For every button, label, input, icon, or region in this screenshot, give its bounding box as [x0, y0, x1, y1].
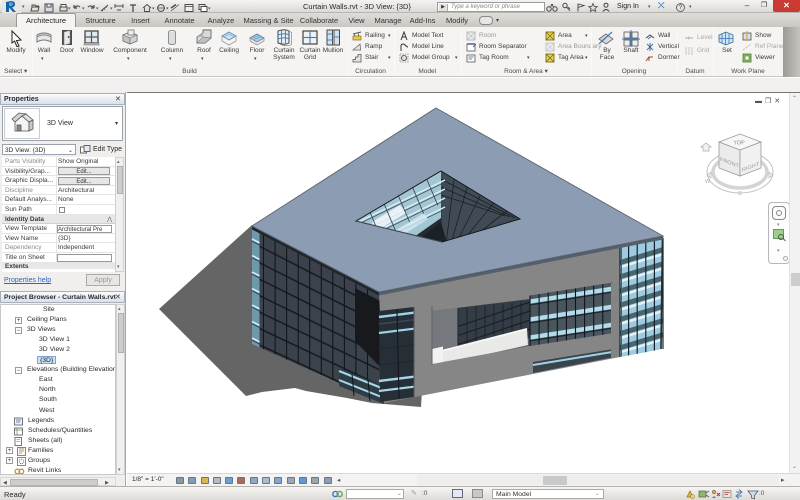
- svg-text:TOP: TOP: [733, 140, 745, 147]
- svg-text:S: S: [738, 191, 742, 197]
- svg-text:W: W: [705, 179, 711, 185]
